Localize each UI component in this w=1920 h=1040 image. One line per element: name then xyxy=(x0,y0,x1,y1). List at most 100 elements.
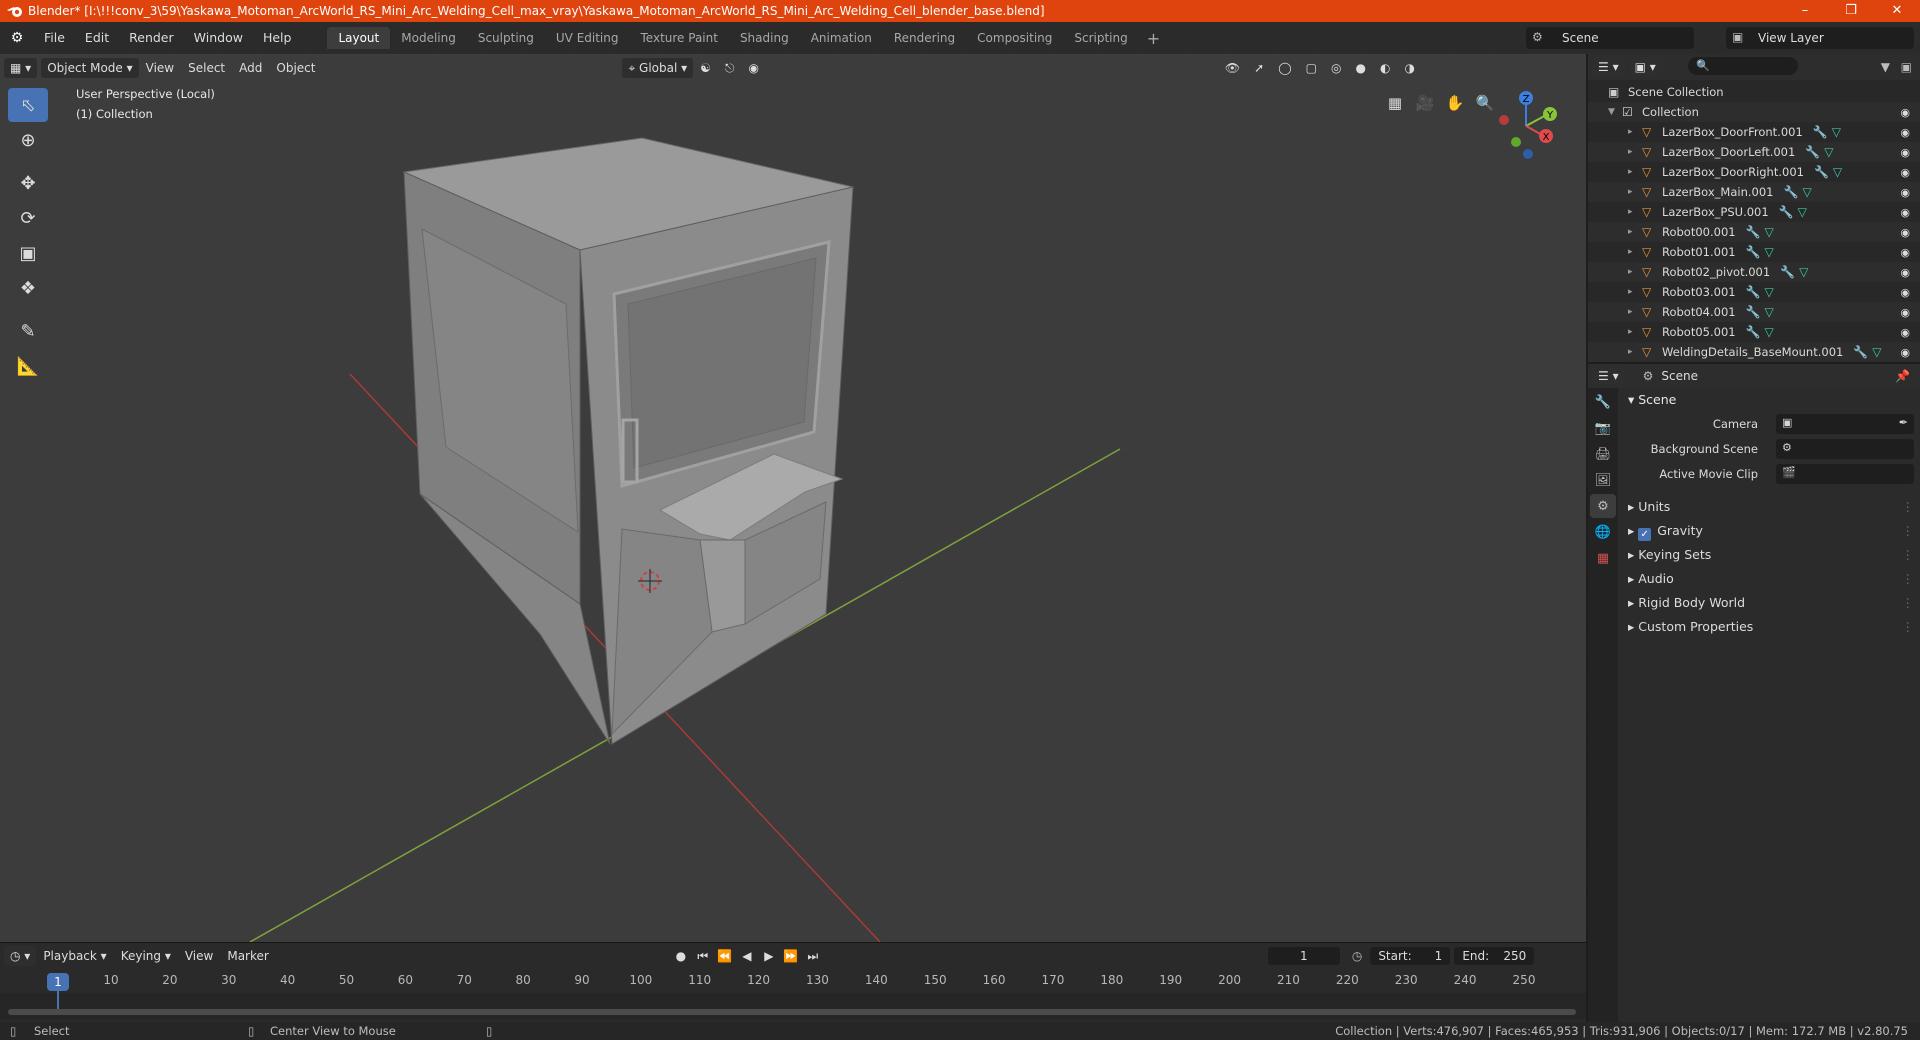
current-frame-field[interactable]: 1 xyxy=(1267,947,1340,965)
tab-animation[interactable]: Animation xyxy=(800,27,883,49)
modifier-wrench-icon[interactable]: 🔧 xyxy=(1814,165,1829,179)
visibility-icon[interactable]: 👁 xyxy=(1218,61,1247,75)
outliner-object-item[interactable]: ▸ ▽ WeldingDetails_BaseMount.001 🔧 ▽ ◉ xyxy=(1588,342,1920,362)
gizmo-toggle-icon[interactable]: ➚ xyxy=(1247,61,1271,75)
mesh-data-icon[interactable]: ▽ xyxy=(1824,145,1833,159)
tree-disclosure-icon[interactable]: ▸ xyxy=(1628,267,1642,277)
modifier-wrench-icon[interactable]: 🔧 xyxy=(1746,325,1761,339)
preview-range-icon[interactable]: ◷ xyxy=(1352,949,1362,963)
mesh-data-icon[interactable]: ▽ xyxy=(1765,305,1774,319)
render-tab-icon[interactable]: 📷 xyxy=(1590,416,1616,440)
outliner-scene-collection[interactable]: ▣ Scene Collection xyxy=(1588,82,1920,102)
timeline-editor-type-button[interactable]: ◷ ▾ xyxy=(4,946,37,966)
menu-edit[interactable]: Edit xyxy=(75,22,119,54)
tab-scripting[interactable]: Scripting xyxy=(1063,27,1138,49)
jump-end-icon[interactable]: ⏭ xyxy=(804,949,822,964)
proportional-edit-icon[interactable]: ◉ xyxy=(741,61,765,75)
outliner-search-input[interactable]: 🔍 xyxy=(1688,57,1798,75)
tree-disclosure-icon[interactable]: ▸ xyxy=(1628,327,1642,337)
keying-sets-panel-header[interactable]: ▸ Keying Sets ⋮ xyxy=(1620,543,1920,567)
add-workspace-button[interactable]: + xyxy=(1139,29,1168,48)
overlay-toggle-icon[interactable]: ◯ xyxy=(1271,61,1298,75)
custom-properties-panel-header[interactable]: ▸ Custom Properties ⋮ xyxy=(1620,615,1920,639)
visibility-eye-icon[interactable]: ◉ xyxy=(1900,226,1910,239)
modifier-wrench-icon[interactable]: 🔧 xyxy=(1780,265,1795,279)
camera-field[interactable]: ▣ ✒ xyxy=(1776,414,1914,434)
tree-disclosure-icon[interactable]: ▸ xyxy=(1628,227,1642,237)
transform-orientation-dropdown[interactable]: ⌖ Global ▾ xyxy=(622,58,694,78)
modifier-wrench-icon[interactable]: 🔧 xyxy=(1853,345,1868,359)
modifier-wrench-icon[interactable]: 🔧 xyxy=(1779,205,1794,219)
menu-file[interactable]: File xyxy=(34,22,75,54)
active-movie-clip-field[interactable]: 🎬 xyxy=(1776,464,1914,484)
modifier-wrench-icon[interactable]: 🔧 xyxy=(1746,305,1761,319)
mesh-data-icon[interactable]: ▽ xyxy=(1765,225,1774,239)
tree-disclosure-icon[interactable]: ▼ xyxy=(1608,107,1622,117)
tree-disclosure-icon[interactable]: ▸ xyxy=(1628,187,1642,197)
visibility-eye-icon[interactable]: ◉ xyxy=(1900,266,1910,279)
texture-tab-icon[interactable]: ▦ xyxy=(1590,546,1616,570)
play-reverse-icon[interactable]: ◀ xyxy=(738,949,756,963)
tab-layout[interactable]: Layout xyxy=(327,27,391,49)
timeline-ruler[interactable]: 10 20 30 40 50 60 70 80 90 100 110 120 130 140 150 160 1… xyxy=(0,973,1586,995)
menu-keying[interactable]: Keying ▾ xyxy=(114,949,178,963)
tree-disclosure-icon[interactable]: ▸ xyxy=(1628,167,1642,177)
rigid-body-world-panel-header[interactable]: ▸ Rigid Body World ⋮ xyxy=(1620,591,1920,615)
audio-panel-header[interactable]: ▸ Audio ⋮ xyxy=(1620,567,1920,591)
blender-menu-icon[interactable]: ⚙ xyxy=(0,30,34,46)
material-shading-icon[interactable]: ◐ xyxy=(1373,61,1397,75)
modifier-wrench-icon[interactable]: 🔧 xyxy=(1805,145,1820,159)
rotate-icon[interactable]: ⟳ xyxy=(8,201,48,235)
end-frame-field[interactable]: End: 250 xyxy=(1454,947,1535,965)
outliner-object-item[interactable]: ▸ ▽ LazerBox_PSU.001 🔧 ▽ ◉ xyxy=(1588,202,1920,222)
units-panel-header[interactable]: ▸ Units ⋮ xyxy=(1620,495,1920,519)
grid-view-icon[interactable]: ▦ xyxy=(1380,88,1410,118)
start-frame-field[interactable]: Start: 1 xyxy=(1370,947,1451,965)
menu-object[interactable]: Object xyxy=(269,61,322,75)
outliner-object-item[interactable]: ▸ ▽ LazerBox_Main.001 🔧 ▽ ◉ xyxy=(1588,182,1920,202)
view-layer-selector[interactable]: ▣ View Layer xyxy=(1726,27,1914,49)
outliner-object-item[interactable]: ▸ ▽ Robot00.001 🔧 ▽ ◉ xyxy=(1588,222,1920,242)
tree-disclosure-icon[interactable]: ▸ xyxy=(1628,307,1642,317)
snap-icon[interactable]: ⎋ xyxy=(718,61,742,76)
scene-selector[interactable]: ⚙ Scene xyxy=(1526,27,1694,49)
cursor-icon[interactable]: ⊕ xyxy=(8,123,48,157)
outliner-editor-type-button[interactable]: ☰ ▾ xyxy=(1592,57,1625,77)
tool-tab-icon[interactable]: 🔧 xyxy=(1590,390,1616,414)
visibility-eye-icon[interactable]: ◉ xyxy=(1900,166,1910,179)
modifier-wrench-icon[interactable]: 🔧 xyxy=(1813,125,1828,139)
display-mode-dropdown[interactable]: ▣ ▾ xyxy=(1628,57,1662,77)
timeline-track[interactable] xyxy=(0,993,1586,1019)
3d-viewport[interactable]: ▦ ▾ Object Mode ▾ View Select Add Object… xyxy=(0,54,1586,942)
outliner-object-item[interactable]: ▸ ▽ LazerBox_DoorRight.001 🔧 ▽ ◉ xyxy=(1588,162,1920,182)
editor-type-button[interactable]: ▦ ▾ xyxy=(4,58,38,78)
output-tab-icon[interactable]: 🖨 xyxy=(1590,442,1616,466)
outliner-object-item[interactable]: ▸ ▽ Robot03.001 🔧 ▽ ◉ xyxy=(1588,282,1920,302)
modifier-wrench-icon[interactable]: 🔧 xyxy=(1746,245,1761,259)
measure-icon[interactable]: 📐 xyxy=(8,349,48,383)
eyedropper-icon[interactable]: ✒ xyxy=(1899,416,1908,429)
mesh-data-icon[interactable]: ▽ xyxy=(1802,185,1811,199)
view-layer-tab-icon[interactable]: 🖼 xyxy=(1590,468,1616,492)
outliner-object-item[interactable]: ▸ ▽ LazerBox_DoorLeft.001 🔧 ▽ ◉ xyxy=(1588,142,1920,162)
tree-disclosure-icon[interactable]: ▸ xyxy=(1628,347,1642,357)
mesh-data-icon[interactable]: ▽ xyxy=(1872,345,1881,359)
tab-sculpting[interactable]: Sculpting xyxy=(467,27,545,49)
move-icon[interactable]: ✥ xyxy=(8,166,48,200)
tree-disclosure-icon[interactable]: ▸ xyxy=(1628,147,1642,157)
mesh-data-icon[interactable]: ▽ xyxy=(1798,205,1807,219)
mesh-data-icon[interactable]: ▽ xyxy=(1833,165,1842,179)
visibility-eye-icon[interactable]: ◉ xyxy=(1900,206,1910,219)
outliner-object-item[interactable]: ▸ ▽ Robot02_pivot.001 🔧 ▽ ◉ xyxy=(1588,262,1920,282)
prev-keyframe-icon[interactable]: ⏪ xyxy=(716,949,734,963)
select-box-icon[interactable]: ⬁ xyxy=(8,88,48,122)
filter-icon[interactable]: ▼ xyxy=(1881,60,1890,74)
outliner-collection[interactable]: ▼ ☑ Collection ◉ xyxy=(1588,102,1920,122)
tree-disclosure-icon[interactable]: ▸ xyxy=(1628,127,1642,137)
jump-start-icon[interactable]: ⏮ xyxy=(694,949,712,964)
mesh-data-icon[interactable]: ▽ xyxy=(1765,245,1774,259)
modifier-wrench-icon[interactable]: 🔧 xyxy=(1746,225,1761,239)
gravity-panel-header[interactable]: ▸ ✓ Gravity ⋮ xyxy=(1620,519,1920,543)
pin-icon[interactable]: 📌 xyxy=(1895,369,1910,383)
tab-rendering[interactable]: Rendering xyxy=(883,27,966,49)
